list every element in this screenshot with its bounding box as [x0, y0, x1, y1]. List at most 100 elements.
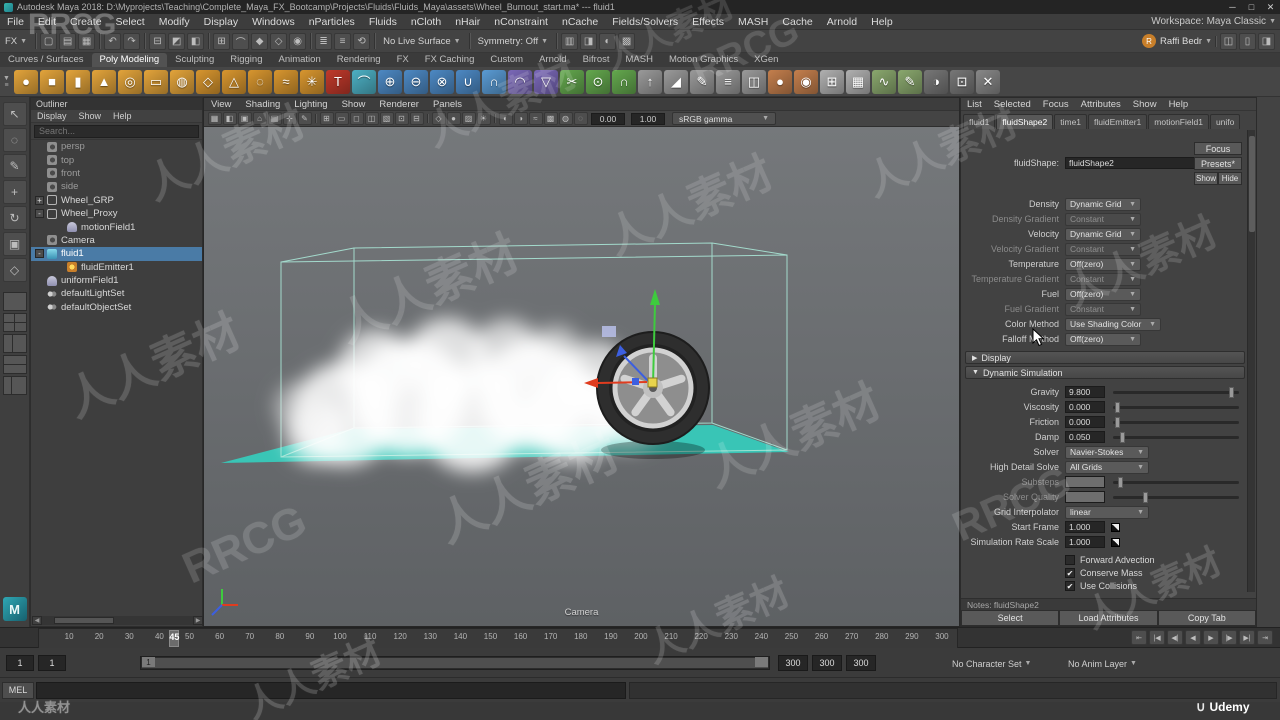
lasso-select-tool[interactable]: ◌: [2, 128, 27, 152]
shelf-tab-arnold[interactable]: Arnold: [531, 53, 574, 67]
single-pane-layout-button[interactable]: [2, 292, 27, 311]
quad-draw-icon[interactable]: ✎: [690, 69, 714, 94]
grease-pencil-icon[interactable]: ✎: [297, 112, 312, 125]
ipr-render-icon[interactable]: ◐: [599, 32, 617, 50]
select-by-hierarchy-icon[interactable]: ⊟: [149, 32, 167, 50]
damp-slider[interactable]: [1113, 431, 1239, 443]
use-collisions-checkbox[interactable]: ✔: [1065, 581, 1075, 591]
symmetry-dropdown[interactable]: Symmetry: Off ▼: [473, 35, 553, 48]
shelf-tab-animation[interactable]: Animation: [270, 53, 328, 67]
poly-pyramid-icon[interactable]: △: [222, 69, 246, 94]
use-all-lights-icon[interactable]: ☀: [476, 112, 491, 125]
slider-handle[interactable]: [1118, 476, 1123, 488]
outliner-item-defaultlightset[interactable]: defaultLightSet: [31, 287, 202, 300]
load-attributes-button[interactable]: Load Attributes: [1059, 610, 1158, 626]
extrude-icon[interactable]: ↑: [638, 69, 662, 94]
damp-field[interactable]: 0.050: [1065, 431, 1105, 443]
ae-menu-list[interactable]: List: [961, 99, 988, 110]
shelf-tab-curvessurfaces[interactable]: Curves / Surfaces: [0, 53, 92, 67]
outliner-menu-show[interactable]: Show: [73, 111, 108, 121]
safe-title-icon[interactable]: ⊟: [409, 112, 424, 125]
density-dropdown[interactable]: Dynamic Grid ▼: [1065, 197, 1141, 211]
outliner-item-defaultobjectset[interactable]: defaultObjectSet: [31, 301, 202, 314]
shelf-tab-bifrost[interactable]: Bifrost: [575, 53, 618, 67]
focus-button[interactable]: Focus: [1194, 142, 1242, 155]
tool-settings-toggle-icon[interactable]: ◨: [1258, 32, 1275, 50]
undo-icon[interactable]: ↶: [104, 32, 122, 50]
range-right-handle[interactable]: [755, 657, 768, 667]
insert-edge-loop-icon[interactable]: ≡: [716, 69, 740, 94]
step-back-frame-button[interactable]: |◀: [1149, 630, 1165, 645]
scrollbar-thumb[interactable]: [54, 617, 114, 624]
viewport-menu-panels[interactable]: Panels: [426, 99, 469, 110]
ae-menu-attributes[interactable]: Attributes: [1075, 99, 1127, 110]
boolean-union-icon[interactable]: ⊕: [378, 69, 402, 94]
output-connections-icon[interactable]: ≡: [334, 32, 352, 50]
shelf-tab-motiongraphics[interactable]: Motion Graphics: [661, 53, 746, 67]
color-method-dropdown[interactable]: Use Shading Color ▼: [1065, 317, 1161, 331]
sculpt-tool-icon[interactable]: ●: [768, 69, 792, 94]
type-tool-icon[interactable]: T: [326, 69, 350, 94]
fuel-dropdown[interactable]: Off(zero) ▼: [1065, 287, 1141, 301]
multi-cut-icon[interactable]: ✂: [560, 69, 584, 94]
outliner-item-persp[interactable]: persp: [31, 140, 202, 153]
viewport-menu-renderer[interactable]: Renderer: [372, 99, 426, 110]
wireframe-mode-icon[interactable]: ◇: [431, 112, 446, 125]
poly-helix-icon[interactable]: ≈: [274, 69, 298, 94]
friction-field[interactable]: 0.000: [1065, 416, 1105, 428]
friction-slider[interactable]: [1113, 416, 1239, 428]
construction-history-icon[interactable]: ⟲: [353, 32, 371, 50]
animation-start-field[interactable]: 1: [6, 655, 34, 671]
menu-mash[interactable]: MASH: [731, 16, 775, 28]
menu-edit[interactable]: Edit: [31, 16, 63, 28]
2d-pan-zoom-icon[interactable]: ⊹: [282, 112, 297, 125]
go-to-end-button[interactable]: ⇥: [1257, 630, 1273, 645]
viscosity-field[interactable]: 0.000: [1065, 401, 1105, 413]
menu-ncloth[interactable]: nCloth: [404, 16, 448, 28]
menu-nhair[interactable]: nHair: [448, 16, 487, 28]
slider-handle[interactable]: [1115, 416, 1120, 428]
outliner-item-fluidemitter1[interactable]: fluidEmitter1: [31, 261, 202, 274]
gravity-slider[interactable]: [1113, 386, 1239, 398]
separate-icon[interactable]: ∩: [482, 69, 506, 94]
xray-icon[interactable]: ◍: [558, 112, 573, 125]
poly-cone-icon[interactable]: ▲: [92, 69, 116, 94]
shelf-tab-sculpting[interactable]: Sculpting: [167, 53, 222, 67]
viewport-menu-shading[interactable]: Shading: [238, 99, 287, 110]
substeps-field[interactable]: [1065, 476, 1105, 488]
delete-history-icon[interactable]: ✕: [976, 69, 1000, 94]
input-connections-icon[interactable]: ≣: [315, 32, 333, 50]
go-to-start-button[interactable]: ⇤: [1131, 630, 1147, 645]
wireframe-shelf-icon[interactable]: ▦: [846, 69, 870, 94]
shelf-menu-icon[interactable]: ▼: [3, 75, 10, 82]
forward-advection-checkbox[interactable]: [1065, 555, 1075, 565]
bevel-icon[interactable]: ◢: [664, 69, 688, 94]
expand-toggle-icon[interactable]: -: [35, 249, 44, 259]
outliner-search-input[interactable]: [34, 124, 199, 138]
substeps-slider[interactable]: [1113, 476, 1239, 488]
range-track[interactable]: 1: [140, 656, 770, 670]
select-by-component-icon[interactable]: ◧: [187, 32, 205, 50]
step-forward-key-button[interactable]: |▶: [1221, 630, 1237, 645]
poly-disc-icon[interactable]: ◍: [170, 69, 194, 94]
play-forwards-button[interactable]: ▶: [1203, 630, 1219, 645]
film-gate-icon[interactable]: ▭: [334, 112, 349, 125]
gamma-field[interactable]: 1.00: [631, 112, 665, 125]
presets-button[interactable]: Presets*: [1194, 157, 1242, 170]
animation-end-field[interactable]: 300: [812, 655, 842, 671]
gravity-field[interactable]: 9.800: [1065, 386, 1105, 398]
combine-icon[interactable]: ∪: [456, 69, 480, 94]
playback-end-field[interactable]: 300: [778, 655, 808, 671]
move-tool[interactable]: +: [2, 180, 27, 204]
start-frame-map-button[interactable]: [1111, 522, 1120, 532]
outliner-item-wheel_proxy[interactable]: - Wheel_Proxy: [31, 207, 202, 220]
ae-menu-help[interactable]: Help: [1163, 99, 1195, 110]
outliner-item-side[interactable]: side: [31, 180, 202, 193]
viewport-canvas[interactable]: Camera: [204, 127, 959, 626]
slider-handle[interactable]: [1143, 491, 1148, 503]
temperature-dropdown[interactable]: Off(zero) ▼: [1065, 257, 1141, 271]
no-live-surface-dropdown[interactable]: No Live Surface ▼: [378, 35, 466, 48]
start-frame-field[interactable]: 1.000: [1065, 521, 1105, 533]
curve-tool-icon[interactable]: ∿: [872, 69, 896, 94]
ae-menu-focus[interactable]: Focus: [1037, 99, 1075, 110]
